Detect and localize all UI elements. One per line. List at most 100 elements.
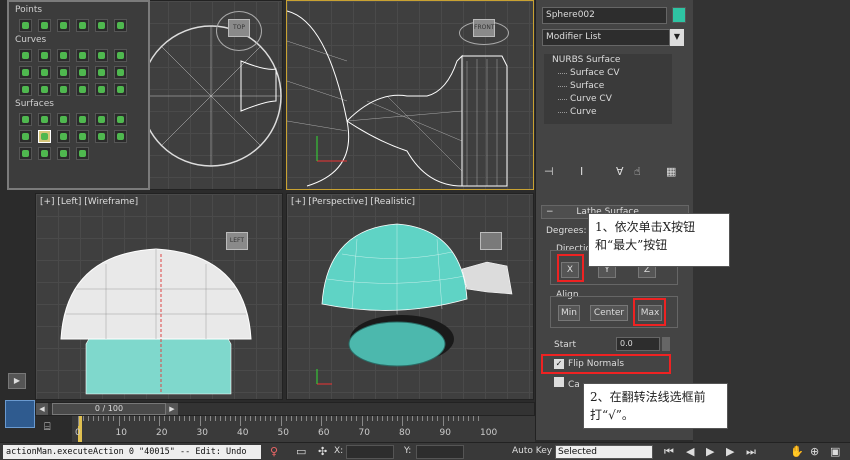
time-slider[interactable]: ◀ 0 / 100 ▶	[35, 402, 535, 416]
point-tool-button[interactable]	[38, 19, 51, 32]
curve-tool-button[interactable]	[114, 49, 127, 62]
maxscript-listener[interactable]: actionMan.executeAction 0 "40015" -- Edi…	[3, 445, 261, 459]
align-min-button[interactable]: Min	[558, 305, 580, 321]
point-tool-button[interactable]	[95, 19, 108, 32]
ruler-tick	[477, 416, 479, 421]
point-tool-button[interactable]	[19, 19, 32, 32]
surface-tool-button[interactable]	[57, 130, 70, 143]
object-color-swatch[interactable]	[672, 7, 686, 23]
trackbar-icon[interactable]: ⌸	[44, 420, 66, 438]
next-frame-button[interactable]: ▶	[166, 403, 178, 415]
start-spinner-field[interactable]: 0.0	[616, 337, 660, 351]
surface-tool-button[interactable]	[95, 130, 108, 143]
lathe-surface-tool-button[interactable]	[38, 130, 51, 143]
go-to-end-icon[interactable]: ⏭	[746, 445, 756, 459]
play-mini-button[interactable]: ▶	[8, 373, 26, 389]
chevron-down-icon[interactable]: ▼	[670, 29, 684, 46]
surface-tool-button[interactable]	[114, 113, 127, 126]
modifier-list-dropdown[interactable]: Modifier List	[542, 29, 670, 46]
point-tool-button[interactable]	[76, 19, 89, 32]
prev-frame-button[interactable]: ◀	[36, 403, 48, 415]
curve-tool-button[interactable]	[76, 49, 89, 62]
align-center-button[interactable]: Center	[590, 305, 628, 321]
curve-tool-button[interactable]	[19, 83, 32, 96]
ruler-frame-number: 90	[439, 428, 451, 438]
surface-tool-button[interactable]	[19, 113, 32, 126]
stack-sub-item[interactable]: Curve	[544, 106, 672, 119]
instruction-callout-2: 2、在翻转法线选框前打“√”。	[583, 383, 728, 429]
stack-root-item[interactable]: NURBS Surface	[544, 54, 672, 67]
viewport-perspective[interactable]: [+] [Perspective] [Realistic]	[286, 193, 534, 400]
curve-tool-button[interactable]	[19, 66, 32, 79]
surface-tool-button[interactable]	[95, 113, 108, 126]
surface-tool-button[interactable]	[19, 130, 32, 143]
make-unique-icon[interactable]: ∀	[616, 165, 624, 178]
curve-tool-button[interactable]	[38, 49, 51, 62]
curve-tool-button[interactable]	[57, 66, 70, 79]
curve-tool-button[interactable]	[95, 49, 108, 62]
viewcube-perspective[interactable]	[480, 232, 502, 250]
surface-tool-button[interactable]	[76, 130, 89, 143]
surface-tool-button[interactable]	[76, 113, 89, 126]
curve-tool-button[interactable]	[76, 83, 89, 96]
object-name-field[interactable]: Sphere002	[542, 7, 667, 24]
surface-tool-button[interactable]	[57, 113, 70, 126]
viewport-left[interactable]: [+] [Left] [Wireframe] LEFT	[35, 193, 283, 400]
play-icon[interactable]: ▶	[706, 445, 714, 458]
viewcube-top[interactable]: TOP	[228, 19, 250, 37]
go-to-start-icon[interactable]: ⏮	[664, 445, 674, 459]
ruler-frame-number: 40	[237, 428, 249, 438]
curve-tool-button[interactable]	[114, 66, 127, 79]
ruler-tick	[260, 416, 262, 421]
curve-tool-button[interactable]	[38, 66, 51, 79]
stack-sub-item[interactable]: Surface	[544, 80, 672, 93]
spinner-arrows-icon[interactable]	[662, 337, 670, 351]
maximize-viewport-icon[interactable]: ▣	[830, 445, 840, 458]
curve-tool-button[interactable]	[114, 83, 127, 96]
cap-row[interactable]: Ca	[554, 377, 580, 390]
ruler-tick	[179, 416, 181, 421]
curve-tool-button[interactable]	[95, 83, 108, 96]
viewcube-left[interactable]: LEFT	[226, 232, 248, 250]
viewcube-front[interactable]: FRONT	[473, 19, 495, 37]
previous-frame-icon[interactable]: ◀	[686, 445, 694, 458]
lightbulb-icon[interactable]: ♀	[270, 445, 278, 458]
stack-sub-item[interactable]: Surface CV	[544, 67, 672, 80]
zoom-icon[interactable]: ⊕	[810, 445, 819, 458]
auto-key-label[interactable]: Auto Key	[512, 446, 552, 456]
start-label: Start	[554, 340, 576, 350]
surfaces-heading: Surfaces	[15, 99, 54, 109]
surface-tool-button[interactable]	[76, 147, 89, 160]
curve-tool-button[interactable]	[95, 66, 108, 79]
ruler-frame-number: 60	[318, 428, 330, 438]
curve-tool-button[interactable]	[57, 49, 70, 62]
viewport-nav-icon[interactable]: ✋	[790, 445, 804, 458]
next-frame-icon[interactable]: ▶	[726, 445, 734, 458]
selection-set-dropdown[interactable]: Selected	[555, 445, 653, 459]
viewport-layout-icon[interactable]	[5, 400, 35, 428]
point-tool-button[interactable]	[114, 19, 127, 32]
cap-checkbox[interactable]	[554, 377, 564, 387]
surface-tool-button[interactable]	[114, 130, 127, 143]
time-slider-thumb[interactable]: 0 / 100	[52, 403, 166, 415]
viewport-front[interactable]: FRONT	[286, 0, 534, 190]
curve-tool-button[interactable]	[76, 66, 89, 79]
configure-sets-icon[interactable]: ▦	[666, 165, 676, 178]
remove-modifier-icon[interactable]: ☝	[634, 165, 641, 178]
surface-tool-button[interactable]	[38, 147, 51, 160]
surface-tool-button[interactable]	[19, 147, 32, 160]
curve-tool-button[interactable]	[38, 83, 51, 96]
y-coord-field[interactable]	[416, 445, 464, 459]
curve-tool-button[interactable]	[19, 49, 32, 62]
surface-tool-button[interactable]	[38, 113, 51, 126]
stack-sub-item[interactable]: Curve CV	[544, 93, 672, 106]
curve-tool-button[interactable]	[57, 83, 70, 96]
x-coord-field[interactable]	[346, 445, 394, 459]
pin-stack-icon[interactable]: ⊣	[544, 165, 554, 178]
show-end-result-icon[interactable]: Ⅰ	[580, 165, 583, 178]
track-bar[interactable]: 0 10 20 30 40 50 60 70 80 90 100	[72, 416, 535, 442]
transform-mode-icon[interactable]: ✣	[318, 445, 327, 458]
selection-lock-icon[interactable]: ▭	[296, 445, 306, 458]
surface-tool-button[interactable]	[57, 147, 70, 160]
point-tool-button[interactable]	[57, 19, 70, 32]
